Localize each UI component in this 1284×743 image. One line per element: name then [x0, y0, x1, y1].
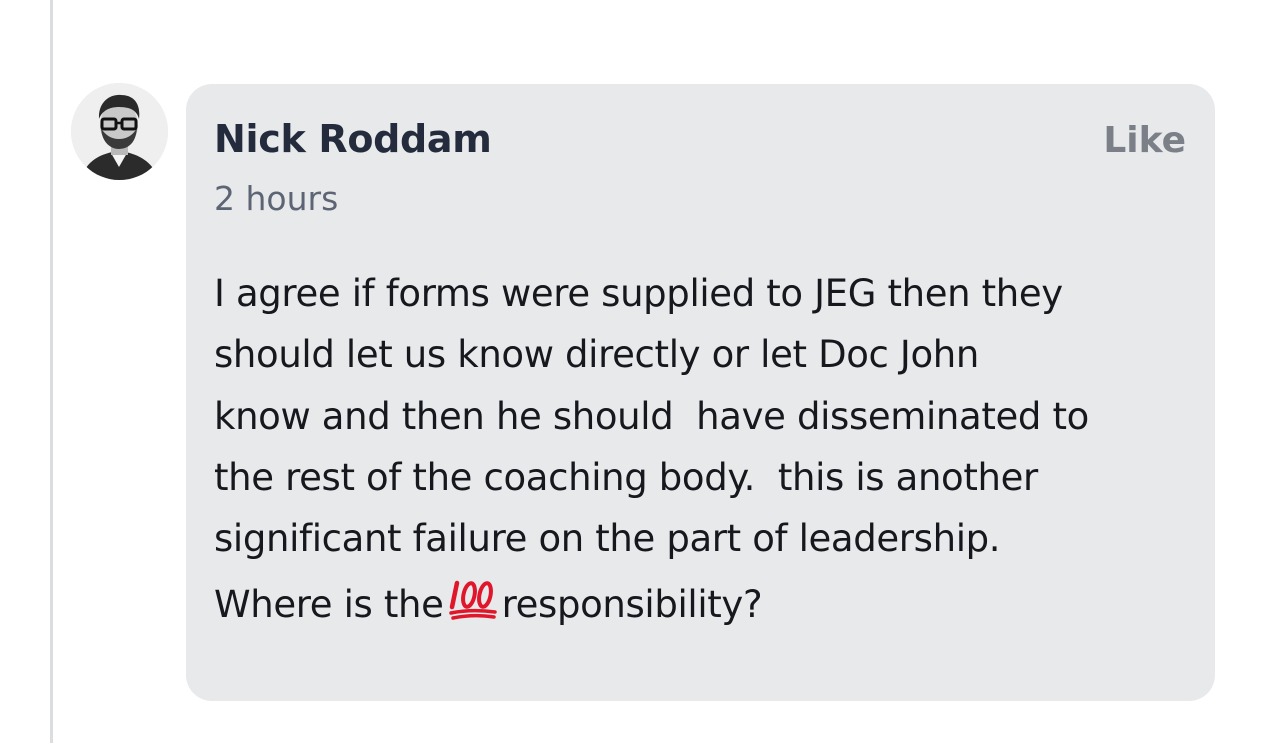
avatar[interactable]	[71, 83, 168, 180]
comment-timestamp[interactable]: 2 hours	[214, 179, 338, 218]
hundred-points-emoji-icon	[448, 577, 498, 639]
comment-body-line: should let us know directly or let Doc J…	[214, 333, 979, 377]
comment-body-line: Where is the responsibility?	[214, 574, 1204, 639]
comment-body: I agree if forms were supplied to JEG th…	[214, 263, 1204, 640]
thread-line	[50, 0, 53, 743]
comment-body-line: know and then he should have disseminate…	[214, 394, 1089, 438]
comment-body-line: the rest of the coaching body. this is a…	[214, 455, 1038, 499]
user-avatar-icon	[71, 83, 168, 180]
comment-author[interactable]: Nick Roddam	[214, 117, 492, 161]
comment-body-line: I agree if forms were supplied to JEG th…	[214, 272, 1063, 315]
like-button[interactable]: Like	[1103, 120, 1186, 161]
comment-body-line: significant failure on the part of leade…	[214, 517, 1001, 561]
comment-body-text: responsibility?	[501, 583, 763, 627]
comment-body-text: Where is the	[214, 583, 444, 627]
comment-bubble: Nick Roddam Like 2 hours I agree if form…	[186, 84, 1215, 701]
